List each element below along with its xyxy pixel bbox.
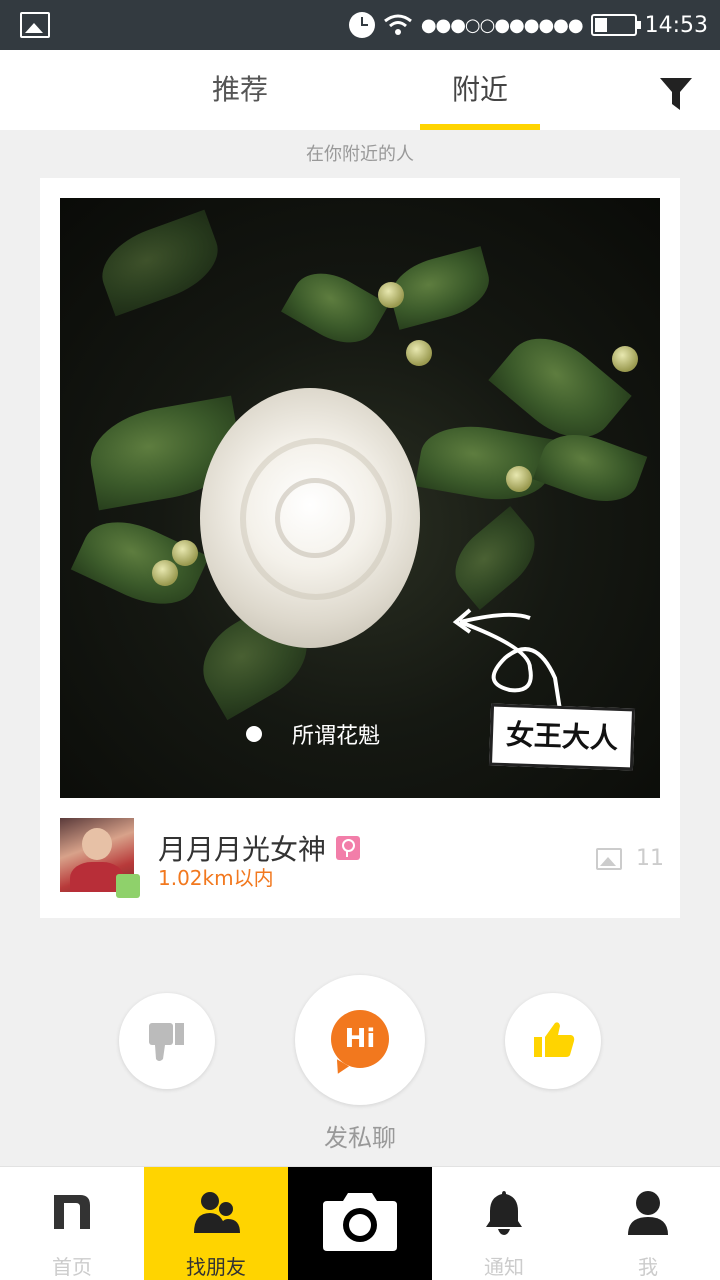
doodle-arrow: [452, 608, 562, 711]
filter-icon[interactable]: [652, 74, 700, 114]
nav-home[interactable]: 首页: [0, 1167, 144, 1280]
nav-camera[interactable]: [288, 1167, 432, 1280]
photo-caption: 所谓花魁: [246, 718, 380, 750]
nav-label: 通知: [484, 1255, 524, 1279]
like-button[interactable]: [505, 993, 601, 1089]
online-badge: [116, 874, 140, 898]
flower-bud: [152, 560, 178, 586]
say-hi-button[interactable]: Hi: [295, 975, 425, 1105]
bottom-nav: 首页 找朋友 通知 我: [0, 1166, 720, 1280]
female-icon: [336, 836, 361, 860]
flower-bud: [406, 340, 432, 366]
tab-recommend[interactable]: 推荐: [180, 50, 300, 130]
section-subtitle: 在你附近的人: [306, 144, 414, 165]
nav-find-friends[interactable]: 找朋友: [144, 1167, 288, 1280]
distance-text: 1.02km以内: [158, 866, 274, 890]
leaf-shape: [281, 259, 389, 357]
photo-icon: [596, 847, 622, 870]
status-bar-right: ●●●○○●●●●●● 14:53: [348, 0, 708, 50]
friends-icon: [194, 1192, 240, 1233]
leaf-shape: [441, 506, 549, 610]
user-photo[interactable]: 女王大人 所谓花魁: [60, 198, 660, 798]
top-tab-bar: 推荐 附近: [0, 50, 720, 130]
bell-icon: [486, 1191, 522, 1235]
leaf-shape: [414, 417, 556, 509]
white-camellia: [200, 388, 420, 648]
caption-text: 所谓花魁: [292, 724, 381, 749]
image-icon: [20, 12, 50, 38]
nav-me[interactable]: 我: [576, 1167, 720, 1280]
nav-label: 我: [638, 1255, 658, 1279]
hi-icon: Hi: [331, 1010, 389, 1068]
leaf-shape: [91, 209, 229, 317]
flower-bud: [506, 466, 532, 492]
thumbs-up-icon: [534, 1022, 575, 1057]
nav-label: 找朋友: [186, 1255, 246, 1279]
wifi-icon: [383, 14, 412, 35]
flower-bud: [378, 282, 404, 308]
photo-count[interactable]: 11: [596, 846, 664, 871]
signal-indicator: ●●●○○●●●●●●: [420, 14, 584, 36]
chat-label: 发私聊: [324, 1124, 396, 1152]
tab-nearby[interactable]: 附近: [420, 50, 540, 130]
dislike-button[interactable]: [119, 993, 215, 1089]
clock-icon: [348, 12, 375, 38]
status-time: 14:53: [644, 12, 708, 38]
nav-label: 首页: [52, 1255, 92, 1279]
user-card[interactable]: 女王大人 所谓花魁 月月月光女神 1.02km以内 11: [40, 178, 680, 918]
home-n-icon: [54, 1195, 90, 1229]
battery-icon: [590, 14, 641, 36]
status-bar: ●●●○○●●●●●● 14:53: [0, 0, 720, 50]
thumbs-down-icon: [149, 1023, 184, 1061]
flower-bud: [172, 540, 198, 566]
leaf-shape: [532, 422, 648, 514]
person-icon: [628, 1191, 668, 1235]
caption-dot-icon: [246, 726, 262, 742]
nav-notifications[interactable]: 通知: [432, 1167, 576, 1280]
stamp-label: 女王大人: [488, 703, 636, 771]
photo-count-value: 11: [636, 846, 664, 871]
flower-bud: [612, 346, 638, 372]
camera-icon: [323, 1193, 397, 1251]
